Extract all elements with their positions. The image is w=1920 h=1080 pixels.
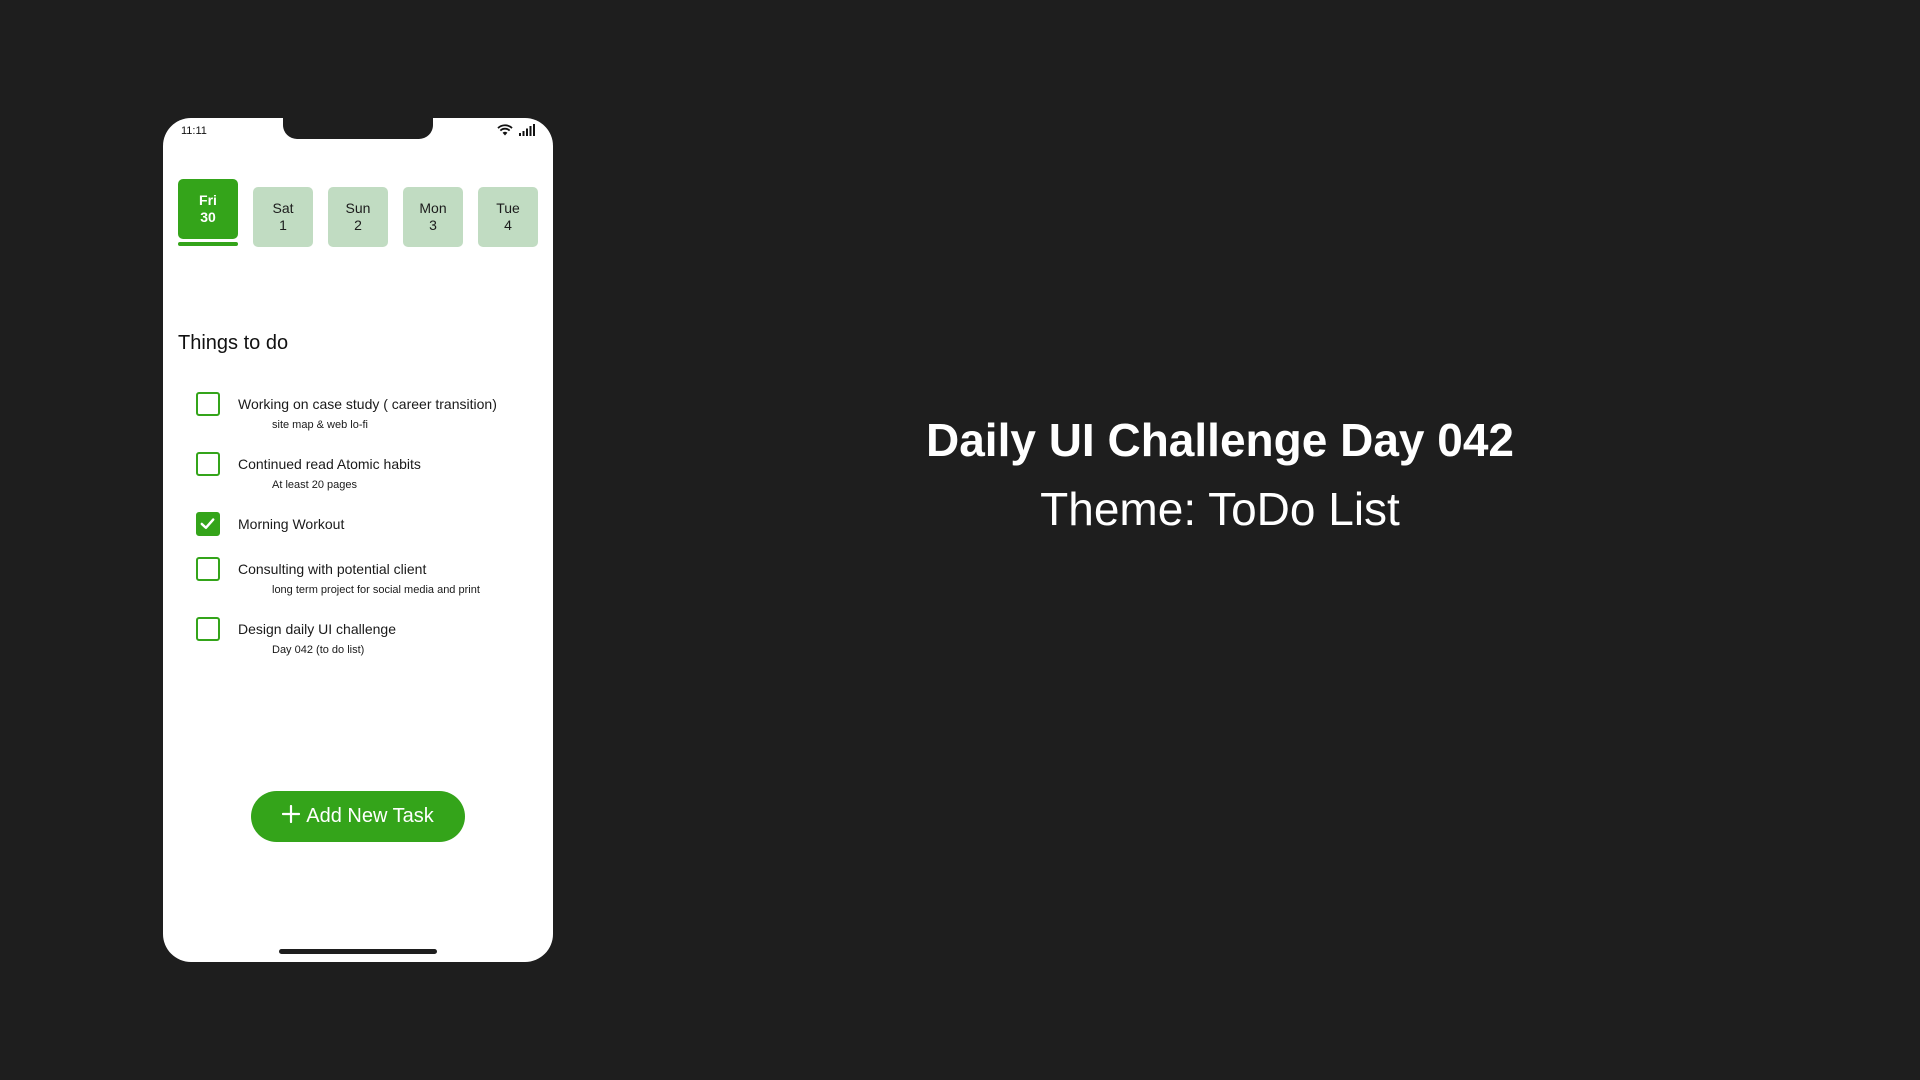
add-new-task-button[interactable]: Add New Task bbox=[251, 791, 465, 842]
day-weekday: Mon bbox=[419, 200, 447, 216]
home-indicator[interactable] bbox=[279, 949, 437, 954]
headline-title: Daily UI Challenge Day 042 bbox=[925, 414, 1515, 466]
status-icons bbox=[497, 123, 535, 141]
plus-icon bbox=[282, 804, 301, 829]
day-selector: Fri 30 Sat 1 Sun 2 Mon 3 Tue 4 bbox=[178, 179, 538, 259]
day-tab-sat[interactable]: Sat 1 bbox=[253, 187, 313, 247]
day-date: 2 bbox=[354, 217, 362, 233]
task-title: Working on case study ( career transitio… bbox=[238, 396, 497, 412]
task-title: Morning Workout bbox=[238, 516, 345, 532]
signal-icon bbox=[519, 123, 535, 141]
section-title: Things to do bbox=[178, 332, 289, 354]
task-checkbox[interactable] bbox=[196, 452, 220, 476]
task-title: Consulting with potential client bbox=[238, 561, 427, 577]
task-checkbox[interactable] bbox=[196, 392, 220, 416]
task-title: Design daily UI challenge bbox=[238, 621, 396, 637]
headline: Daily UI Challenge Day 042 Theme: ToDo L… bbox=[820, 410, 1620, 539]
day-weekday: Sun bbox=[345, 200, 371, 216]
day-weekday: Tue bbox=[496, 200, 520, 216]
wifi-icon bbox=[497, 123, 513, 141]
task-checkbox[interactable] bbox=[196, 557, 220, 581]
day-tab-mon[interactable]: Mon 3 bbox=[403, 187, 463, 247]
task-checkbox-checked[interactable] bbox=[196, 512, 220, 536]
checkmark-icon bbox=[200, 518, 215, 530]
add-button-label: Add New Task bbox=[306, 805, 434, 827]
task-title: Continued read Atomic habits bbox=[238, 456, 421, 472]
status-time: 11:11 bbox=[181, 125, 207, 137]
day-tab-fri[interactable]: Fri 30 bbox=[178, 179, 238, 239]
task-subtitle: long term project for social media and p… bbox=[272, 584, 480, 596]
canvas: 11:11 Fri 30 Sat 1 Sun 2 Mon 3 Tue 4 Thi… bbox=[0, 0, 1920, 1080]
task-subtitle: At least 20 pages bbox=[272, 479, 358, 491]
day-date: 1 bbox=[279, 217, 287, 233]
headline-subtitle: Theme: ToDo List bbox=[1040, 483, 1400, 535]
day-date: 4 bbox=[504, 217, 512, 233]
day-weekday: Fri bbox=[199, 192, 217, 208]
phone-frame: 11:11 Fri 30 Sat 1 Sun 2 Mon 3 Tue 4 Thi… bbox=[163, 118, 553, 962]
day-date: 30 bbox=[200, 209, 216, 225]
day-tab-sun[interactable]: Sun 2 bbox=[328, 187, 388, 247]
day-tab-tue[interactable]: Tue 4 bbox=[478, 187, 538, 247]
day-date: 3 bbox=[429, 217, 437, 233]
phone-notch bbox=[283, 118, 433, 139]
task-subtitle: site map & web lo-fi bbox=[272, 419, 368, 431]
selected-day-underline bbox=[178, 242, 238, 246]
day-weekday: Sat bbox=[272, 200, 294, 216]
task-checkbox[interactable] bbox=[196, 617, 220, 641]
task-subtitle: Day 042 (to do list) bbox=[272, 644, 365, 656]
